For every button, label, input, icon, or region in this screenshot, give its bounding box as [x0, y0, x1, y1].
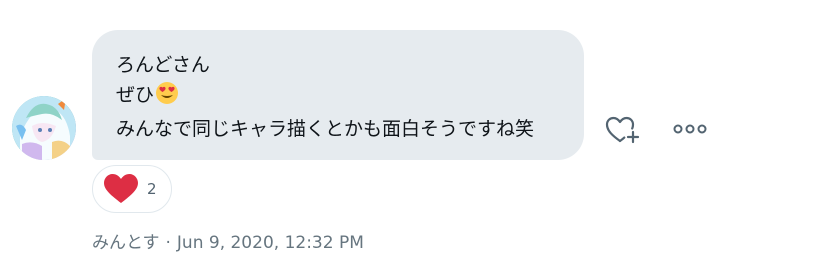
sender-name: みんとす: [92, 233, 160, 253]
message-timestamp: Jun 9, 2020, 12:32 PM: [176, 233, 364, 253]
message-line-3: みんなで同じキャラ描くとかも面白そうですね笑: [116, 118, 535, 140]
dm-message-row: ろんどさん ぜひ みんなで同じキャラ描くとかも面白そうですね笑 2 みんとす ·…: [0, 0, 822, 274]
avatar[interactable]: [12, 96, 76, 160]
red-heart-icon: [104, 174, 138, 203]
add-reaction-button[interactable]: [603, 112, 643, 148]
message-line-2-text: ぜひ: [116, 84, 155, 106]
meta-separator: ·: [165, 233, 171, 253]
more-options-button[interactable]: [668, 115, 712, 143]
reaction-count: 2: [147, 180, 157, 198]
reaction-heart-pill[interactable]: 2: [92, 165, 172, 213]
more-horizontal-icon: [673, 124, 707, 134]
heart-plus-icon: [605, 116, 640, 144]
smiling-face-with-heart-eyes-icon: [155, 81, 179, 114]
message-meta: みんとす · Jun 9, 2020, 12:32 PM: [92, 228, 364, 253]
message-line-2: ぜひ: [116, 80, 560, 114]
message-bubble[interactable]: ろんどさん ぜひ みんなで同じキャラ描くとかも面白そうですね笑: [92, 30, 584, 160]
message-line-1: ろんどさん: [116, 54, 210, 76]
